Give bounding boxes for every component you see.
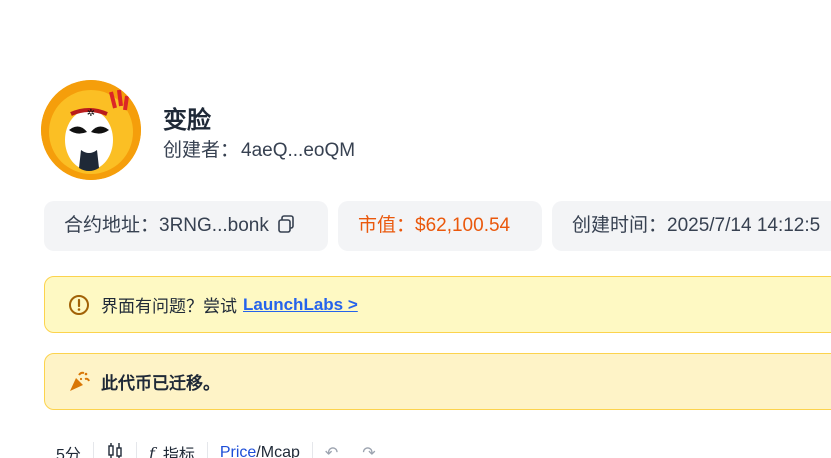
contract-address-chip: 合约地址：3RNG...bonk [44,201,328,251]
info-circle-icon [67,293,91,317]
creator-label: 创建者： [163,140,240,161]
indicators-button[interactable]: ƒ 指标 [137,441,207,458]
market-cap-chip: 市值：$62,100.54 [338,201,542,251]
mcap-option[interactable]: Mcap [261,444,300,458]
migrated-text: 此代币已迁移。 [101,374,220,393]
issue-text: 界面有问题？尝试 [101,297,237,316]
redo-icon: ↷ [362,445,376,458]
interval-label: 5分 [56,447,81,458]
candlestick-icon [106,442,124,458]
token-avatar: ✲ [41,80,141,180]
created-label: 创建时间： [572,215,668,236]
created-value: 2025/7/14 14:12:5 [667,215,821,236]
copy-icon[interactable] [276,204,296,254]
creator-address[interactable]: 4aeQ...eoQM [241,140,355,161]
contract-label: 合约地址： [64,215,160,236]
undo-icon: ↶ [324,445,339,458]
redo-button[interactable]: ↷ [350,443,387,458]
svg-text:✲: ✲ [87,108,95,119]
indicators-label: 指标 [162,447,195,458]
chart-toolbar: 5分 ƒ 指标 Price / Mcap ↶ ↷ [44,438,388,458]
party-popper-icon [67,370,91,394]
price-option[interactable]: Price [220,444,256,458]
contract-value: 3RNG...bonk [159,215,269,236]
mcap-label: 市值： [358,215,416,236]
launchlabs-link[interactable]: LaunchLabs > [243,295,358,315]
token-name: 变脸 [163,107,211,134]
migrated-notice: 此代币已迁移。 [44,353,831,410]
creator-info: 创建者： 4aeQ...eoQM [163,135,355,162]
interval-selector[interactable]: 5分 [44,441,93,458]
undo-button[interactable]: ↶ [313,443,350,458]
price-mcap-toggle[interactable]: Price / Mcap [208,444,312,458]
chart-type-button[interactable] [94,442,136,458]
mcap-value: $62,100.54 [415,215,511,236]
ui-issue-notice: 界面有问题？尝试 LaunchLabs > [44,276,831,333]
function-icon: ƒ [148,443,155,458]
created-time-chip: 创建时间：2025/7/14 14:12:5 [552,201,831,251]
